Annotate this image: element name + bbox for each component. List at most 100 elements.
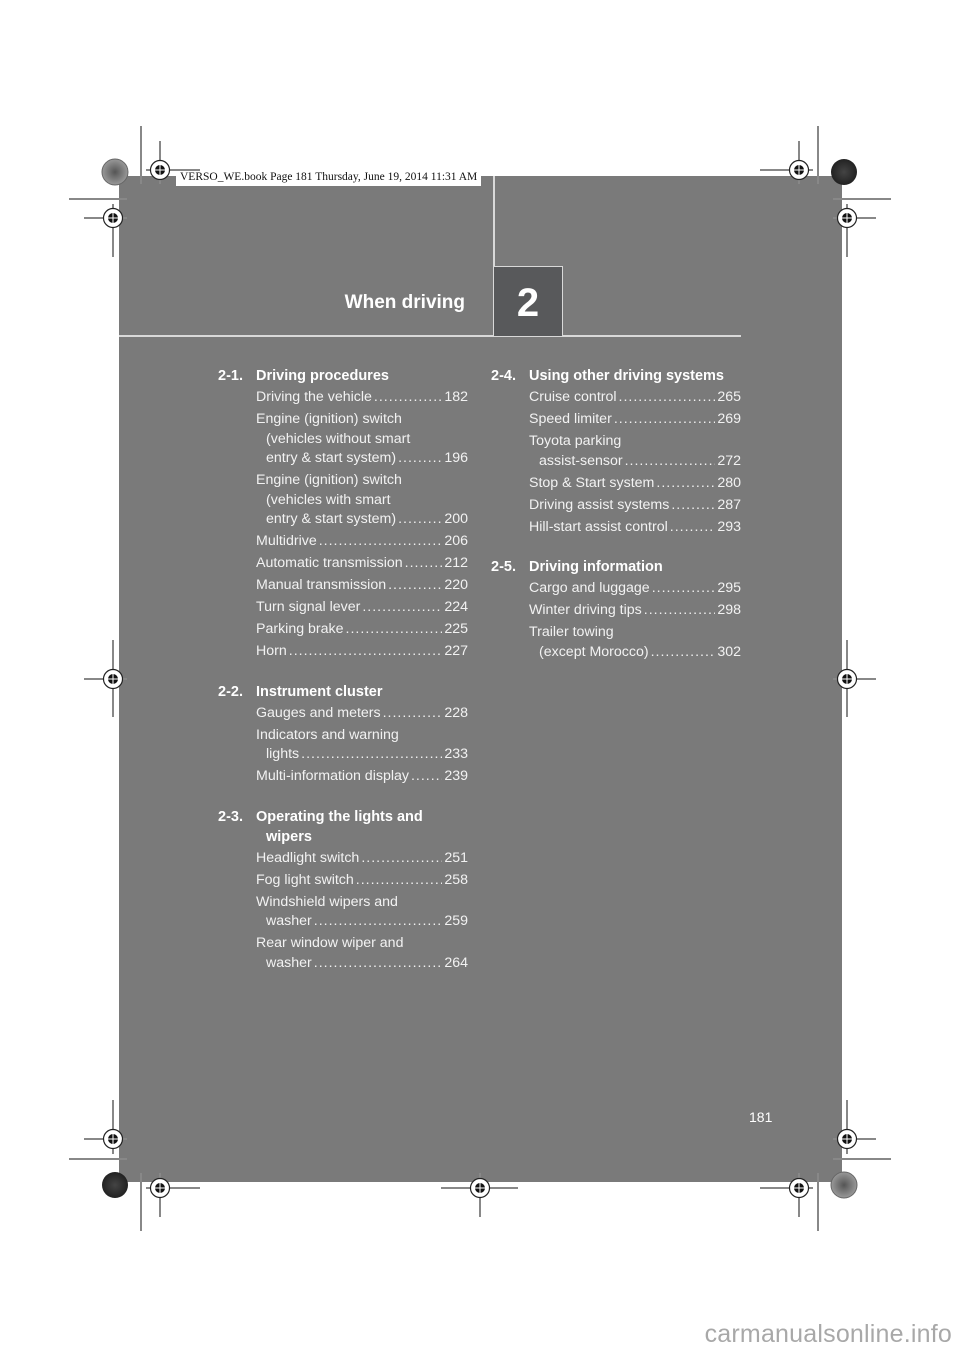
- entry-page-number: 298: [717, 602, 741, 618]
- entry-last-line: Manual transmission 220: [256, 576, 468, 596]
- dot-leader: [398, 510, 442, 530]
- section-number: 2-2.: [218, 683, 243, 700]
- entry-last-line: Parking brake 225: [256, 620, 468, 640]
- dot-leader: [361, 849, 442, 869]
- dot-leader: [319, 532, 443, 552]
- toc-entry[interactable]: Rear window wiper and washer 264: [256, 934, 468, 973]
- dot-leader: [314, 912, 443, 932]
- toc-entry[interactable]: Horn 227: [256, 642, 468, 662]
- toc-column-right: 2-4. Using other driving systems Cruise co…: [491, 366, 741, 682]
- section-title-line: Operating the lights and: [256, 808, 423, 825]
- section-heading: 2-1. Driving procedures: [218, 366, 468, 386]
- toc-entry[interactable]: Manual transmission 220: [256, 576, 468, 596]
- toc-entry[interactable]: Engine (ignition) switch (vehicles with s…: [256, 471, 468, 530]
- entry-page-number: 269: [717, 411, 741, 427]
- entry-last-line: Speed limiter 269: [529, 410, 741, 430]
- dot-leader: [346, 620, 443, 640]
- entry-title: Stop & Start system: [529, 474, 655, 491]
- dot-leader: [301, 745, 442, 765]
- entry-page-number: 206: [444, 533, 468, 549]
- toc-section: 2-5. Driving information Cargo and luggage…: [491, 557, 741, 662]
- toc-entry[interactable]: Driving assist systems 287: [529, 496, 741, 516]
- toc-entry[interactable]: Turn signal lever 224: [256, 598, 468, 618]
- toc-entry[interactable]: Cargo and luggage 295: [529, 579, 741, 599]
- entry-title: entry & start system): [266, 511, 397, 527]
- toc-entry[interactable]: Winter driving tips 298: [529, 601, 741, 621]
- entry-page-number: 272: [717, 452, 741, 469]
- chapter-title: When driving: [344, 292, 465, 313]
- toc-section: 2-2. Instrument cluster Gauges and meters 2…: [218, 682, 468, 787]
- toc-entry[interactable]: Indicators and warning lights 233: [256, 726, 468, 765]
- entry-title: Gauges and meters: [256, 704, 381, 721]
- dot-leader: [670, 518, 716, 538]
- toc-entry[interactable]: Headlight switch 251: [256, 849, 468, 869]
- entry-title: Turn signal lever: [256, 599, 361, 615]
- toc-entry[interactable]: Windshield wipers and washer 259: [256, 893, 468, 932]
- entry-page-number: 259: [444, 913, 468, 929]
- toc-entry[interactable]: Parking brake 225: [256, 620, 468, 640]
- toc-entry[interactable]: Fog light switch 258: [256, 871, 468, 891]
- entry-last-line: Stop & Start system 280: [529, 474, 741, 494]
- toc-entry[interactable]: Driving the vehicle 182: [256, 388, 468, 408]
- dot-leader: [388, 576, 442, 596]
- toc-section: 2-4. Using other driving systems Cruise co…: [491, 366, 741, 537]
- entry-title: Manual transmission: [256, 577, 387, 593]
- toc-entry[interactable]: Toyota parking assist-sensor 272: [529, 432, 741, 471]
- toc-entry[interactable]: Trailer towing (except Morocco) 302: [529, 623, 741, 662]
- entry-last-line: Cargo and luggage 295: [529, 579, 741, 599]
- dot-leader: [356, 871, 443, 891]
- section-number: 2-4.: [491, 368, 516, 384]
- section-title: Operating the lights and wipers: [256, 807, 468, 847]
- entry-last-line: Multi-information display 239: [256, 767, 468, 787]
- watermark: carmanualsonline.info: [704, 1320, 952, 1348]
- toc-entry[interactable]: Automatic transmission 212: [256, 554, 468, 574]
- entry-last-line: Fog light switch 258: [256, 871, 468, 891]
- section-title-line: Driving procedures: [256, 368, 389, 384]
- entry-last-line: (except Morocco) 302: [529, 643, 741, 663]
- entry-title: Parking brake: [256, 621, 344, 637]
- entry-last-line: Multidrive 206: [256, 532, 468, 552]
- section-number: 2-3.: [218, 808, 243, 825]
- entry-title: Fog light switch: [256, 871, 354, 888]
- entry-title: Cruise control: [529, 389, 617, 405]
- section-heading: 2-5. Driving information: [491, 557, 741, 577]
- entry-page-number: 280: [717, 474, 741, 491]
- section-title-line: Instrument cluster: [256, 683, 383, 700]
- entry-last-line: Hill-start assist control 293: [529, 518, 741, 538]
- entry-last-line: lights 233: [256, 745, 468, 765]
- entry-text-line: Indicators and warning: [256, 726, 399, 743]
- section-title: Driving information: [529, 557, 741, 577]
- toc-entry[interactable]: Stop & Start system 280: [529, 474, 741, 494]
- section-heading: 2-3. Operating the lights and wipers: [218, 807, 468, 847]
- entry-title: entry & start system): [266, 450, 397, 466]
- toc-entry[interactable]: Multi-information display 239: [256, 767, 468, 787]
- entry-page-number: 239: [444, 768, 468, 784]
- toc-entry[interactable]: Speed limiter 269: [529, 410, 741, 430]
- dot-leader: [656, 474, 715, 494]
- toc-entry[interactable]: Gauges and meters 228: [256, 704, 468, 724]
- section-title-line: wipers: [266, 828, 312, 845]
- entry-page-number: 182: [444, 389, 468, 405]
- toc-entry[interactable]: Engine (ignition) switch (vehicles withou…: [256, 410, 468, 469]
- section-title: Driving procedures: [256, 366, 468, 386]
- section-number: 2-1.: [218, 368, 243, 384]
- section-heading: 2-2. Instrument cluster: [218, 682, 468, 702]
- entry-title: Horn: [256, 643, 287, 659]
- toc-section: 2-1. Driving procedures Driving the vehicl…: [218, 366, 468, 662]
- dot-leader: [671, 496, 715, 516]
- entry-text-line: Windshield wipers and: [256, 893, 398, 910]
- section-title-line: Driving information: [529, 559, 663, 575]
- entry-last-line: Winter driving tips 298: [529, 601, 741, 621]
- entry-title: Multidrive: [256, 533, 317, 549]
- toc-entry[interactable]: Multidrive 206: [256, 532, 468, 552]
- entry-title: Cargo and luggage: [529, 580, 650, 596]
- entry-last-line: entry & start system) 196: [256, 449, 468, 469]
- entry-page-number: 200: [444, 511, 468, 527]
- dot-leader: [289, 642, 443, 662]
- entry-title: Speed limiter: [529, 411, 612, 427]
- entry-page-number: 264: [444, 954, 468, 971]
- toc-entry[interactable]: Cruise control 265: [529, 388, 741, 408]
- toc-entry[interactable]: Hill-start assist control 293: [529, 518, 741, 538]
- chapter-divider-horizontal: [119, 335, 741, 337]
- entry-title: Winter driving tips: [529, 602, 642, 618]
